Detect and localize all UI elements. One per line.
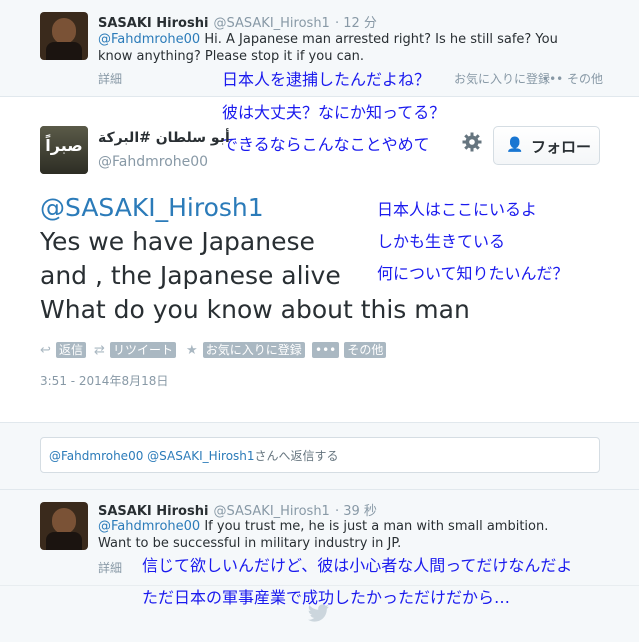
reply-mention: @SASAKI_Hirosh1	[147, 449, 255, 463]
tweet-line: Yes we have Japanese	[40, 227, 315, 256]
divider	[0, 585, 639, 586]
favorite-faded-label[interactable]: お気に入りに登録	[454, 70, 550, 87]
favorite-label: お気に入りに登録	[202, 342, 305, 358]
details-link[interactable]: 詳細	[98, 559, 122, 576]
reply-action[interactable]: ↩ 返信	[40, 339, 87, 358]
mention-link[interactable]: @Fahdmrohe00	[98, 32, 200, 47]
avatar[interactable]: صبراً	[40, 126, 88, 174]
annotation-line: しかも生きている	[377, 232, 506, 251]
reply-mention: @Fahdmrohe00	[49, 449, 144, 463]
tweet-line: What do you know about this man	[40, 295, 470, 324]
reply-input[interactable]: @Fahdmrohe00 @SASAKI_Hirosh1さんへ返信する	[40, 437, 600, 473]
follow-button[interactable]: 👤 フォロー	[493, 126, 600, 165]
follow-label: フォロー	[531, 138, 592, 156]
tweet-mention[interactable]: @SASAKI_Hirosh1	[40, 191, 264, 225]
gear-icon[interactable]	[461, 131, 483, 153]
author-name[interactable]: SASAKI Hiroshi	[98, 16, 208, 31]
reply-label: 返信	[56, 342, 87, 358]
author-name[interactable]: SASAKI Hiroshi	[98, 504, 208, 519]
author-handle[interactable]: @Fahdmrohe00	[98, 154, 208, 170]
favorite-action[interactable]: ★ お気に入りに登録	[186, 339, 305, 358]
annotation-line: 日本人はここにいるよ	[377, 200, 538, 219]
annotation-line: 何について知りたいんだ？	[377, 264, 569, 283]
tweet-time[interactable]: · 39 秒	[335, 504, 377, 519]
reply-suffix: さんへ返信する	[254, 449, 339, 463]
more-icon: •••	[312, 342, 340, 358]
retweet-icon: ⇄	[94, 343, 105, 358]
author-handle[interactable]: @SASAKI_Hirosh1	[214, 16, 330, 31]
bird-icon	[308, 604, 330, 622]
reply-icon: ↩	[40, 343, 51, 358]
more-action[interactable]: ••• その他	[312, 339, 387, 358]
tweet-timestamp[interactable]: 3:51 - 2014年8月18日	[40, 372, 168, 389]
annotation-line: 日本人を逮捕したんだよね？	[222, 70, 431, 89]
tweet-text: @Fahdmrohe00 Hi. A Japanese man arrested…	[98, 32, 558, 64]
mention-link[interactable]: @Fahdmrohe00	[98, 519, 200, 534]
retweet-label: リツイート	[110, 342, 177, 358]
star-icon: ★	[186, 343, 198, 358]
tweet-time[interactable]: · 12 分	[335, 16, 377, 31]
follow-user-icon: 👤	[506, 137, 524, 153]
author-handle[interactable]: @SASAKI_Hirosh1	[214, 504, 330, 519]
more-faded-label[interactable]: ••• その他	[542, 70, 603, 87]
annotation-line: できるならこんなことやめて	[222, 135, 430, 154]
tweet-text: @Fahdmrohe00 If you trust me, he is just…	[98, 519, 549, 551]
retweet-action[interactable]: ⇄ リツイート	[94, 339, 177, 358]
divider	[0, 96, 639, 97]
more-label: その他	[344, 342, 387, 358]
avatar[interactable]	[40, 502, 88, 550]
annotation-line: 信じて欲しいんだけど、彼は小心者な人間ってだけなんだよ	[142, 556, 573, 575]
annotation-line: 彼は大丈夫？なにか知ってる？	[222, 103, 446, 122]
avatar[interactable]	[40, 12, 88, 60]
tweet-line: and , the Japanese alive	[40, 261, 341, 290]
avatar-caption: صبراً	[45, 136, 83, 155]
details-link[interactable]: 詳細	[98, 70, 122, 87]
author-name[interactable]: أبو سلطان #البركة	[98, 130, 230, 146]
